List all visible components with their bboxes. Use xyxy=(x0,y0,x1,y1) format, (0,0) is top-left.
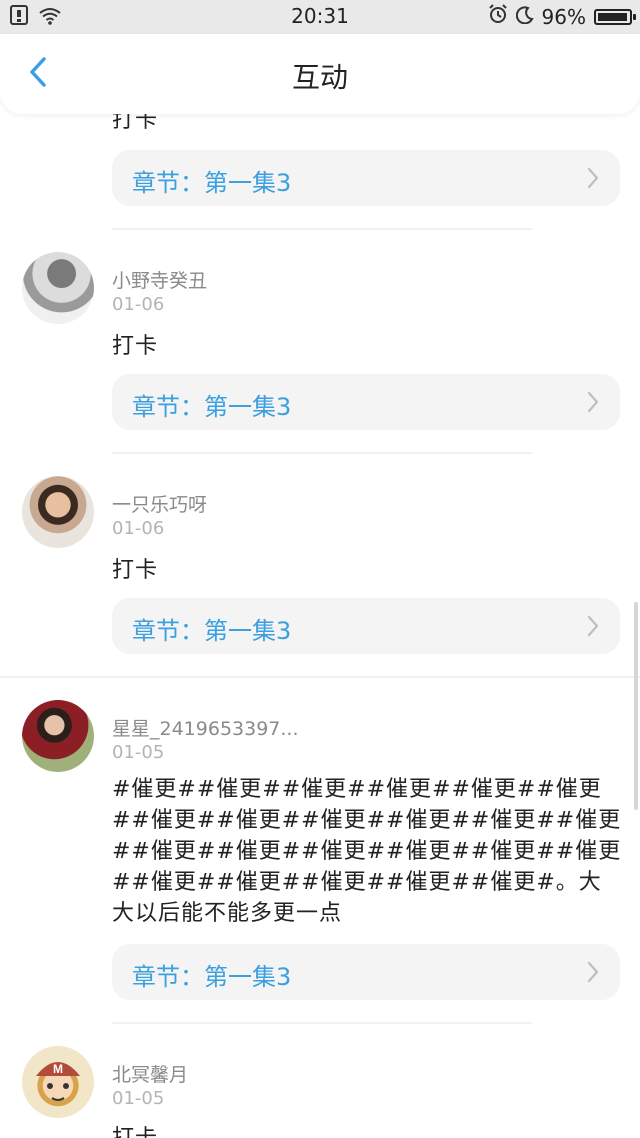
username[interactable]: 星星_2419653397... xyxy=(112,714,299,741)
username[interactable]: 小野寺癸丑 xyxy=(112,266,207,293)
avatar[interactable]: M xyxy=(22,1046,94,1118)
battery-percent: 96% xyxy=(541,4,586,29)
chevron-right-icon xyxy=(586,960,600,988)
comment-date: 01-05 xyxy=(112,742,165,763)
svg-text:M: M xyxy=(53,1062,63,1076)
scrollbar[interactable] xyxy=(634,602,638,810)
chevron-right-icon xyxy=(586,390,600,418)
avatar[interactable] xyxy=(22,476,94,548)
avatar-cartoon-icon: M xyxy=(36,1062,80,1101)
comment-text: 打卡 xyxy=(112,334,159,359)
header: 互动 xyxy=(0,34,640,114)
comment-text: 打卡 xyxy=(112,1120,158,1138)
divider xyxy=(112,228,532,230)
divider xyxy=(112,452,532,454)
chapter-label: 章节：第一集3 xyxy=(132,169,292,197)
status-icons-right: 96% xyxy=(488,4,636,29)
comment-list[interactable]: 打卡 章节：第一集3 小野寺癸丑 01-06 打卡 章节：第一集3 一只乐巧呀 … xyxy=(0,114,640,1138)
battery-level xyxy=(598,12,627,21)
comment-date: 01-06 xyxy=(112,294,165,315)
alarm-icon xyxy=(488,4,508,29)
comment-text: 打卡 xyxy=(112,558,159,583)
chapter-label: 章节：第一集3 xyxy=(132,617,292,645)
chapter-label: 章节：第一集3 xyxy=(132,963,292,991)
chapter-link[interactable]: 章节：第一集3 xyxy=(112,598,620,654)
comment-text: 打卡 xyxy=(112,114,159,133)
avatar[interactable] xyxy=(22,252,94,324)
chapter-link[interactable]: 章节：第一集3 xyxy=(112,374,620,430)
divider xyxy=(0,676,640,678)
page-title: 互动 xyxy=(291,61,348,94)
chevron-right-icon xyxy=(586,614,600,642)
comment-text: #催更##催更##催更##催更##催更##催更##催更##催更##催更##催更#… xyxy=(112,777,622,926)
battery-icon xyxy=(594,8,636,25)
username[interactable]: 北冥馨月 xyxy=(112,1060,188,1087)
avatar[interactable] xyxy=(22,700,94,772)
comment-date: 01-06 xyxy=(112,518,165,539)
comment-date: 01-05 xyxy=(112,1088,165,1109)
chapter-label: 章节：第一集3 xyxy=(132,393,292,421)
divider xyxy=(112,1022,532,1024)
moon-icon xyxy=(515,5,534,29)
username[interactable]: 一只乐巧呀 xyxy=(112,490,207,517)
chevron-right-icon xyxy=(586,166,600,194)
status-bar: 20:31 96% xyxy=(0,0,640,34)
chapter-link[interactable]: 章节：第一集3 xyxy=(112,944,620,1000)
chapter-link[interactable]: 章节：第一集3 xyxy=(112,150,620,206)
